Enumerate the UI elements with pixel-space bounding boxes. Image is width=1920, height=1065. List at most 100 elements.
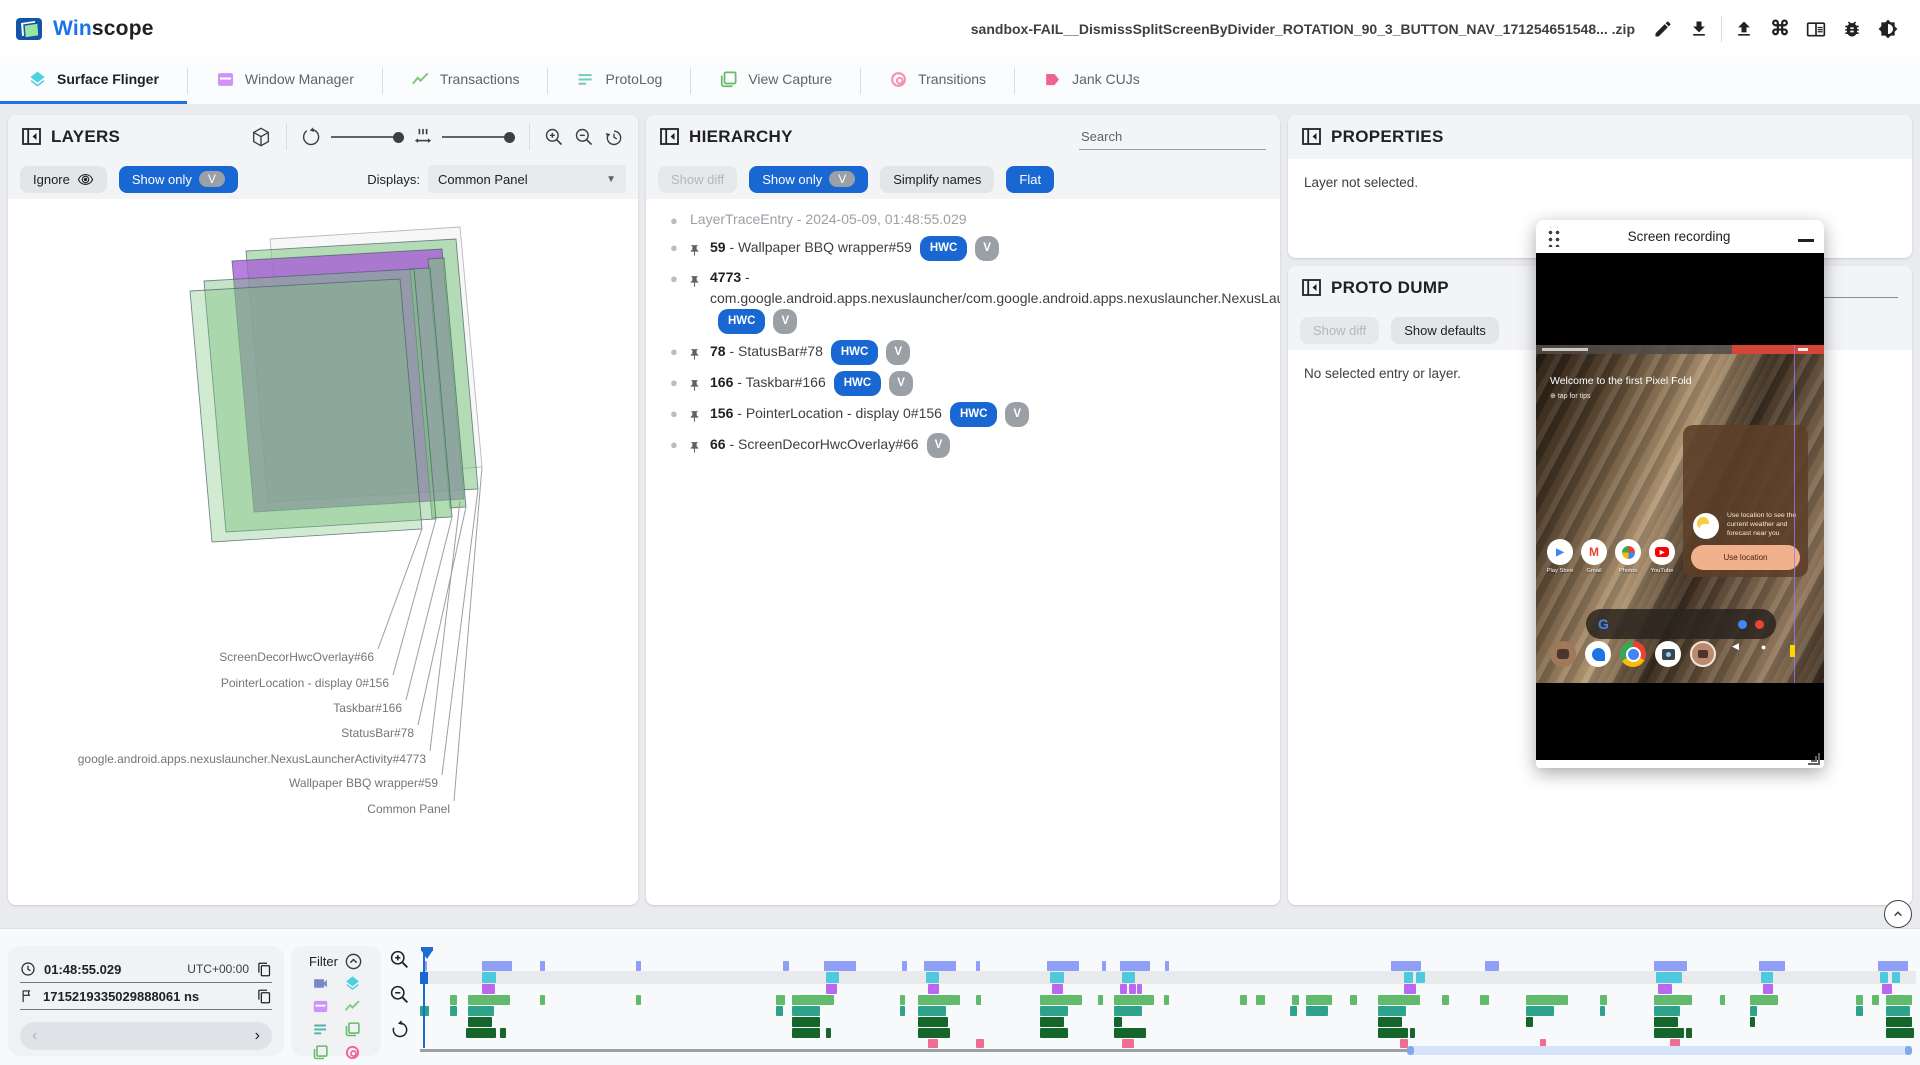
timeline-range-start[interactable] [1407, 1046, 1414, 1055]
transactions-event [1040, 995, 1082, 1005]
list-filter-icon[interactable] [311, 1021, 329, 1039]
timestamp-card: 01:48:55.029 UTC+00:00 17152193350298880… [8, 946, 284, 1056]
hierarchy-layer-row[interactable]: ●66 - ScreenDecorHwcOverlay#66V [660, 433, 1266, 458]
collapse-panel-icon[interactable] [22, 128, 41, 146]
tab-jank-cujs[interactable]: Jank CUJs [1015, 57, 1168, 104]
chart-filter-icon[interactable] [343, 998, 361, 1016]
view-capture-1-event [1114, 1017, 1122, 1027]
surface-flinger-event [1050, 972, 1064, 983]
timeline-reset-zoom-icon[interactable] [390, 1019, 410, 1039]
book-button[interactable] [1798, 11, 1834, 47]
flat-button[interactable]: Flat [1006, 166, 1054, 193]
tab-transactions[interactable]: Transactions [383, 57, 548, 104]
resize-handle[interactable] [1808, 753, 1820, 765]
download-button[interactable] [1681, 11, 1717, 47]
tab-protolog[interactable]: ProtoLog [548, 57, 690, 104]
zoom-in-icon[interactable] [544, 127, 564, 147]
hierarchy-layer-row[interactable]: ●156 - PointerLocation - display 0#156HW… [660, 402, 1266, 427]
hierarchy-panel: HIERARCHY Search Show diffShow onlyVSimp… [646, 115, 1280, 905]
copy-icon[interactable] [257, 989, 272, 1004]
screen-recording-event [902, 961, 907, 971]
collapse-panel-icon[interactable] [1302, 128, 1321, 146]
protolog-event [1378, 1006, 1406, 1016]
eye-icon [77, 171, 94, 188]
show-only-button[interactable]: Show onlyV [119, 166, 238, 193]
3d-view-icon[interactable] [250, 126, 272, 148]
view-capture-2-event [500, 1028, 506, 1038]
timeline-zoom-out-icon[interactable] [389, 984, 410, 1005]
top-bar: Winscope sandbox-FAIL__DismissSplitScree… [0, 0, 1920, 58]
edit-button[interactable] [1645, 11, 1681, 47]
pin-icon[interactable] [688, 270, 701, 291]
collapse-filter-icon[interactable] [344, 952, 363, 971]
layers-3d-canvas[interactable]: ScreenDecorHwcOverlay#66PointerLocation … [8, 199, 636, 859]
screen-recording-window[interactable]: Screen recording Welcome to the first Pi… [1536, 220, 1824, 768]
timeline-cursor[interactable] [423, 952, 425, 1048]
collapse-timeline-button[interactable] [1884, 900, 1912, 928]
hierarchy-search-input[interactable]: Search [1079, 125, 1266, 150]
simplify-names-button[interactable]: Simplify names [880, 166, 994, 193]
hierarchy-layer-row[interactable]: ●166 - Taskbar#166HWCV [660, 371, 1266, 396]
proto-show-defaults-button[interactable]: Show defaults [1391, 317, 1499, 344]
next-frame-button[interactable]: › [255, 1027, 260, 1045]
pin-icon[interactable] [688, 374, 701, 395]
copy-icon[interactable] [257, 962, 272, 977]
swirl-filter-icon[interactable] [343, 1044, 361, 1062]
prev-frame-button[interactable]: ‹ [32, 1027, 37, 1045]
theme-button[interactable] [1870, 11, 1906, 47]
minimize-icon[interactable] [1798, 239, 1814, 242]
square-filter-icon[interactable] [343, 1021, 361, 1039]
bug-button[interactable] [1834, 11, 1870, 47]
timeline-cursor-head[interactable] [421, 950, 433, 959]
layer-sheet[interactable] [190, 279, 422, 542]
drag-handle-icon[interactable] [1546, 227, 1560, 247]
timeline-zoom-in-icon[interactable] [389, 949, 410, 970]
window-filter-icon[interactable] [311, 998, 329, 1016]
tab-transitions[interactable]: Transitions [861, 57, 1014, 104]
pin-icon[interactable] [688, 343, 701, 364]
timeline-canvas[interactable] [420, 946, 1916, 1058]
window-manager-event [1882, 984, 1892, 994]
hierarchy-layer-row[interactable]: ●78 - StatusBar#78HWCV [660, 340, 1266, 365]
human-time-row[interactable]: 01:48:55.029 UTC+00:00 [20, 956, 272, 983]
displays-select[interactable]: Common Panel▼ [428, 165, 626, 193]
timezone-label: UTC+00:00 [187, 962, 249, 976]
reset-view-icon[interactable] [604, 127, 624, 147]
hierarchy-root-entry[interactable]: ●LayerTraceEntry - 2024-05-09, 01:48:55.… [660, 209, 1266, 230]
tab-label: View Capture [748, 71, 832, 87]
proto-show-diff-button[interactable]: Show diff [1300, 317, 1379, 344]
upload-button[interactable] [1726, 11, 1762, 47]
flag-icon [20, 989, 35, 1004]
timeline-range-end[interactable] [1905, 1046, 1912, 1055]
transactions-event [918, 995, 960, 1005]
rotation-slider[interactable] [331, 132, 404, 143]
pin-icon[interactable] [688, 405, 701, 426]
layers-filter-icon[interactable] [343, 975, 361, 993]
layers-icon [28, 70, 47, 89]
protolog-event [1856, 1006, 1863, 1016]
tab-view-capture[interactable]: View Capture [691, 57, 860, 104]
transactions-event [976, 995, 981, 1005]
ns-time-row[interactable]: 1715219335029888061 ns [20, 983, 272, 1010]
show-only-button[interactable]: Show onlyV [749, 166, 868, 193]
zoom-out-icon[interactable] [574, 127, 594, 147]
screen-recording-event [482, 961, 512, 971]
screen-recording-event [1759, 961, 1785, 971]
collapse-panel-icon[interactable] [660, 128, 679, 146]
hierarchy-layer-row[interactable]: ●59 - Wallpaper BBQ wrapper#59HWCV [660, 236, 1266, 261]
tab-window-manager[interactable]: Window Manager [188, 57, 382, 104]
shortcuts-button[interactable]: ⌘ [1762, 11, 1798, 47]
spacing-slider[interactable] [442, 132, 515, 143]
timeline-range-selector[interactable] [1407, 1046, 1912, 1055]
pin-icon[interactable] [688, 239, 701, 260]
screen-recording-titlebar[interactable]: Screen recording [1536, 220, 1824, 253]
hierarchy-layer-row[interactable]: ●4773 - com.google.android.apps.nexuslau… [660, 267, 1266, 334]
square-filter-icon[interactable] [311, 1044, 329, 1062]
ignore-button[interactable]: Ignore [20, 166, 107, 193]
show-diff-button[interactable]: Show diff [658, 166, 737, 193]
tab-surface-flinger[interactable]: Surface Flinger [0, 57, 187, 104]
properties-panel-title: PROPERTIES [1331, 127, 1444, 147]
pin-icon[interactable] [688, 436, 701, 457]
collapse-panel-icon[interactable] [1302, 279, 1321, 297]
videocam-filter-icon[interactable] [311, 975, 329, 993]
